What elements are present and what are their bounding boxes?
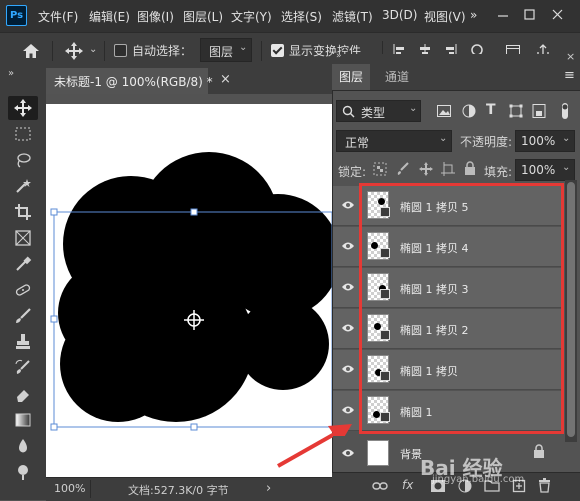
document-info[interactable]: 文档:527.3K/0 字节 bbox=[128, 482, 229, 498]
link-layers-icon[interactable] bbox=[372, 479, 388, 496]
visibility-eye-icon[interactable] bbox=[341, 240, 355, 255]
crop-tool-icon[interactable] bbox=[8, 200, 38, 224]
lock-position-icon[interactable] bbox=[418, 161, 434, 177]
chevron-down-icon: ⌄ bbox=[239, 42, 248, 53]
photoshop-logo: Ps bbox=[6, 5, 27, 26]
window-close-icon[interactable] bbox=[548, 8, 568, 22]
auto-select-label: 自动选择： bbox=[132, 44, 193, 58]
show-transform-checkbox[interactable] bbox=[271, 44, 284, 57]
menu-view[interactable]: 视图(V) bbox=[424, 8, 466, 25]
menu-select[interactable]: 选择(S) bbox=[281, 8, 322, 25]
history-brush-tool-icon[interactable] bbox=[8, 356, 38, 380]
panel-collapse-icon[interactable]: » bbox=[336, 51, 342, 61]
tab-layers[interactable]: 图层 bbox=[332, 64, 370, 90]
menu-edit[interactable]: 编辑(E) bbox=[89, 8, 130, 25]
filter-pixel-icon[interactable] bbox=[436, 103, 452, 119]
lock-icon bbox=[533, 444, 545, 462]
toolbar-collapse-icon[interactable]: » bbox=[8, 68, 14, 79]
opacity-field[interactable]: 100% ⌄ bbox=[515, 130, 575, 152]
layer-name[interactable]: 背景 bbox=[400, 446, 422, 462]
search-icon bbox=[342, 105, 355, 118]
move-tool-icon[interactable] bbox=[8, 96, 38, 120]
chevron-down-icon: ⌄ bbox=[562, 162, 571, 173]
opacity-label: 不透明度: bbox=[460, 135, 513, 149]
layer-filter-dropdown[interactable]: 类型 ⌄ bbox=[336, 100, 421, 122]
auto-select-target-dropdown[interactable]: 图层 ⌄ bbox=[200, 38, 252, 62]
chevron-down-icon: ⌄ bbox=[409, 103, 418, 114]
panel-header-bar: » × bbox=[332, 50, 580, 64]
document-close-icon[interactable]: × bbox=[220, 72, 231, 87]
lasso-tool-icon[interactable] bbox=[8, 148, 38, 172]
blend-mode-value: 正常 bbox=[345, 136, 370, 150]
filter-smart-object-icon[interactable] bbox=[531, 103, 547, 119]
trash-icon[interactable] bbox=[538, 478, 551, 496]
status-arrow-icon[interactable]: › bbox=[266, 481, 271, 496]
opacity-value: 100% bbox=[521, 134, 556, 148]
menu-filter[interactable]: 滤镜(T) bbox=[332, 8, 373, 25]
eraser-tool-icon[interactable] bbox=[8, 382, 38, 406]
fill-value: 100% bbox=[521, 163, 556, 177]
document-tab-title: 未标题-1 @ 100%(RGB/8) * bbox=[54, 75, 213, 89]
menu-layer[interactable]: 图层(L) bbox=[183, 8, 223, 25]
layer-filter-value: 类型 bbox=[361, 106, 386, 120]
auto-select-checkbox[interactable] bbox=[114, 44, 127, 57]
visibility-eye-icon[interactable] bbox=[341, 199, 355, 214]
blend-mode-dropdown[interactable]: 正常 ⌄ bbox=[336, 130, 452, 152]
clone-stamp-tool-icon[interactable] bbox=[8, 330, 38, 354]
menu-bar: Ps 文件(F) 编辑(E) 图像(I) 图层(L) 文字(Y) 选择(S) 滤… bbox=[0, 0, 580, 32]
frame-tool-icon[interactable] bbox=[8, 226, 38, 250]
chevron-down-icon: ⌄ bbox=[562, 133, 571, 144]
home-icon[interactable] bbox=[20, 41, 42, 61]
brush-tool-icon[interactable] bbox=[8, 304, 38, 328]
menu-3d[interactable]: 3D(D) bbox=[382, 8, 417, 22]
menu-image[interactable]: 图像(I) bbox=[137, 8, 174, 25]
panel-menu-icon[interactable]: ≡ bbox=[564, 68, 575, 83]
lock-transparent-icon[interactable] bbox=[373, 162, 387, 176]
lock-label: 锁定: bbox=[338, 165, 367, 179]
restore-icon[interactable] bbox=[520, 8, 540, 22]
chevron-down-icon: ⌄ bbox=[439, 133, 448, 144]
blur-tool-icon[interactable] bbox=[8, 434, 38, 458]
lock-artboard-icon[interactable] bbox=[441, 162, 455, 176]
scrollbar-thumb[interactable] bbox=[567, 182, 575, 437]
fill-field[interactable]: 100% ⌄ bbox=[515, 159, 575, 181]
document-tab[interactable]: 未标题-1 @ 100%(RGB/8) * × bbox=[46, 68, 231, 94]
visibility-eye-icon[interactable] bbox=[341, 363, 355, 378]
tools-panel: » bbox=[0, 68, 47, 500]
highlight-box bbox=[359, 183, 564, 434]
tab-channels[interactable]: 通道 bbox=[378, 64, 416, 90]
fill-label: 填充: bbox=[484, 165, 513, 179]
panel-close-icon[interactable]: × bbox=[566, 50, 575, 63]
marquee-tool-icon[interactable] bbox=[8, 122, 38, 146]
filter-toggle-icon[interactable] bbox=[558, 102, 572, 120]
auto-select-target-value: 图层 bbox=[209, 45, 234, 59]
status-bar: 100% 文档:527.3K/0 字节 › bbox=[46, 477, 346, 501]
menu-file[interactable]: 文件(F) bbox=[38, 8, 78, 25]
chevron-down-icon[interactable]: ⌄ bbox=[89, 44, 97, 55]
visibility-eye-icon[interactable] bbox=[341, 404, 355, 419]
menu-overflow[interactable]: » bbox=[470, 8, 477, 22]
minimize-icon[interactable] bbox=[493, 8, 513, 22]
magic-wand-tool-icon[interactable] bbox=[8, 174, 38, 198]
panel-tab-bar: 图层 通道 ≡ bbox=[332, 64, 580, 91]
menu-type[interactable]: 文字(Y) bbox=[231, 8, 272, 25]
zoom-level[interactable]: 100% bbox=[54, 482, 85, 495]
dodge-tool-icon[interactable] bbox=[8, 460, 38, 484]
filter-adjustment-icon[interactable] bbox=[461, 103, 477, 119]
crosshair-icon bbox=[184, 310, 204, 330]
visibility-eye-icon[interactable] bbox=[341, 322, 355, 337]
gradient-tool-icon[interactable] bbox=[8, 408, 38, 432]
lock-pixels-icon[interactable] bbox=[396, 162, 410, 176]
filter-type-icon[interactable]: T bbox=[486, 102, 496, 118]
lock-all-icon[interactable] bbox=[464, 161, 476, 176]
baidu-watermark-url: jingyan.baidu.com bbox=[432, 474, 525, 485]
move-tool-preset-icon[interactable] bbox=[62, 40, 86, 62]
layer-thumbnail bbox=[367, 440, 389, 466]
visibility-eye-icon[interactable] bbox=[341, 447, 355, 461]
eyedropper-tool-icon[interactable] bbox=[8, 252, 38, 276]
filter-shape-icon[interactable] bbox=[508, 103, 524, 119]
fx-icon[interactable]: fx bbox=[402, 478, 413, 492]
healing-brush-tool-icon[interactable] bbox=[8, 278, 38, 302]
visibility-eye-icon[interactable] bbox=[341, 281, 355, 296]
